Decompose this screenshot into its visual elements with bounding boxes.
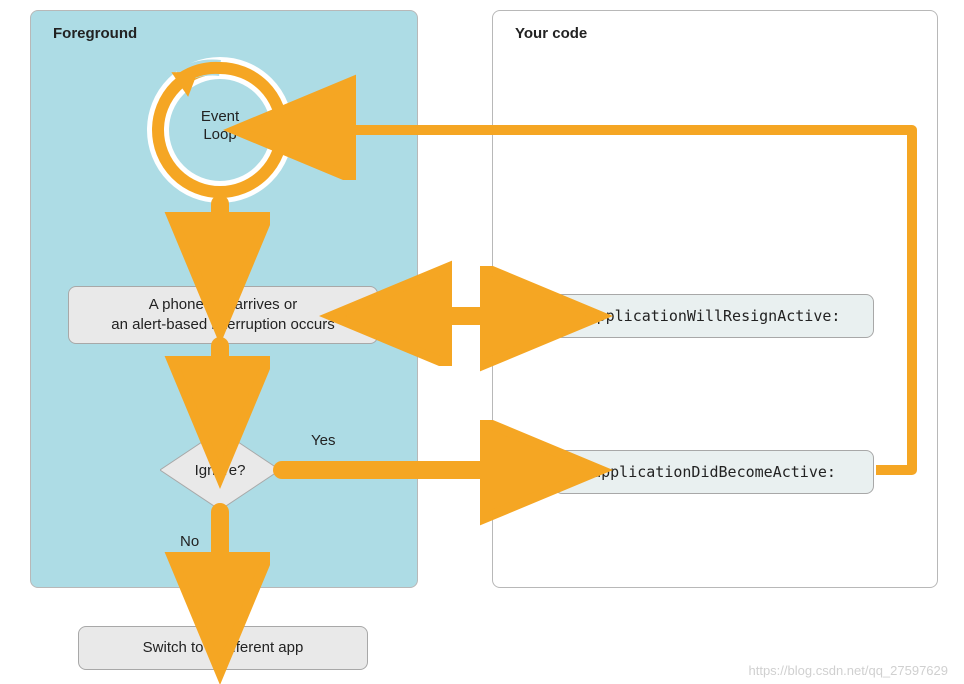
interruption-node: A phone call arrives or an alert-based i… xyxy=(68,286,378,344)
event-loop-text: Event Loop xyxy=(201,108,239,143)
did-become-active-node: applicationDidBecomeActive: xyxy=(554,450,874,494)
switch-app-node: Switch to a different app xyxy=(78,626,368,670)
ignore-decision-node: Ignore? xyxy=(160,430,280,510)
will-resign-active-node: applicationWillResignActive: xyxy=(554,294,874,338)
foreground-title: Foreground xyxy=(53,25,137,42)
will-resign-text: applicationWillResignActive: xyxy=(588,306,841,326)
did-become-text: applicationDidBecomeActive: xyxy=(592,462,836,482)
event-loop-label: Event Loop xyxy=(140,108,300,144)
switch-app-text: Switch to a different app xyxy=(143,638,304,658)
interruption-text: A phone call arrives or an alert-based i… xyxy=(111,295,334,336)
edge-label-yes: Yes xyxy=(311,432,335,449)
edge-label-no: No xyxy=(180,533,199,550)
event-loop-node: Event Loop xyxy=(140,50,300,210)
ignore-text: Ignore? xyxy=(195,462,246,479)
watermark: https://blog.csdn.net/qq_27597629 xyxy=(749,663,949,678)
your-code-title: Your code xyxy=(515,25,587,42)
